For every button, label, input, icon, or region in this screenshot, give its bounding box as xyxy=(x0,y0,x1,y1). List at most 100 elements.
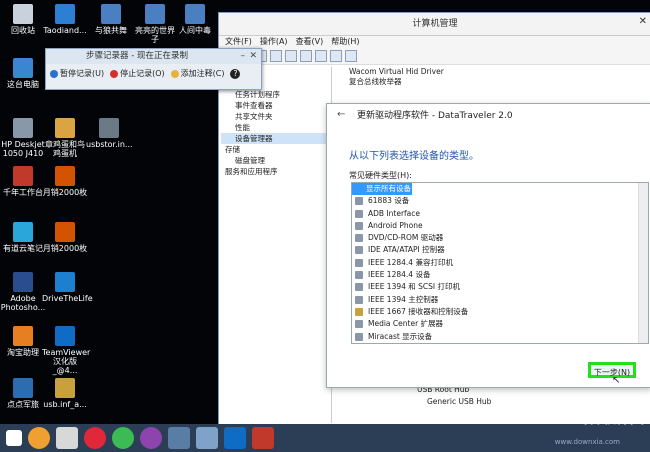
scan-hardware-icon[interactable] xyxy=(300,50,312,62)
close-icon[interactable]: ✕ xyxy=(639,16,647,27)
desktop-icon-sales-1[interactable]: 月销2000枚 xyxy=(42,166,88,197)
file-icon xyxy=(55,378,75,398)
device-icon xyxy=(355,307,363,316)
device-icon xyxy=(355,197,363,206)
music-app-icon[interactable] xyxy=(84,427,106,449)
desktop-icon-hp-deskjet[interactable]: HP Deskjet 1050 J410 xyxy=(0,118,46,158)
dialog-title: 更新驱动程序软件 - DataTraveler 2.0 xyxy=(357,111,513,121)
tree-item-services[interactable]: 服务和应用程序 xyxy=(221,166,331,177)
tree-item-disk-management[interactable]: 磁盘管理 xyxy=(221,155,331,166)
app-icon[interactable] xyxy=(252,427,274,449)
comment-icon xyxy=(170,69,179,78)
pause-icon xyxy=(50,69,58,78)
device-item[interactable]: 复合总线枚举器 xyxy=(337,77,649,87)
list-item[interactable]: IDE ATA/ATAPI 控制器 xyxy=(352,244,648,256)
watermark-logo: 当客软件园 xyxy=(574,411,644,427)
list-item[interactable]: Miracast 显示设备 xyxy=(352,331,648,343)
minimize-icon[interactable]: – xyxy=(241,49,246,64)
close-icon[interactable]: ✕ xyxy=(249,49,257,64)
list-item[interactable]: 显示所有设备 xyxy=(352,183,412,196)
hardware-type-label: 常见硬件类型(H): xyxy=(349,171,412,180)
properties-icon[interactable] xyxy=(270,50,282,62)
steps-recorder-window: 步骤记录器 - 现在正在录制 – ✕ 暂停记录(U) 停止记录(O) 添加注释(… xyxy=(45,48,262,90)
desktop-icon-photoshop[interactable]: Adobe Photosho... xyxy=(0,272,46,312)
image-file-icon xyxy=(55,222,75,242)
paint-icon[interactable] xyxy=(140,427,162,449)
app-icon xyxy=(55,4,75,24)
pause-record-button[interactable]: 暂停记录(U) xyxy=(50,68,104,79)
list-item[interactable]: IEEE 1284.4 设备 xyxy=(352,269,648,281)
teamviewer-icon xyxy=(55,326,75,346)
app-icon[interactable] xyxy=(28,427,50,449)
desktop-icon-usb-inf[interactable]: usb.inf_a... xyxy=(42,378,88,409)
desktop-icon-usbstor[interactable]: usbstor.in... xyxy=(86,118,133,149)
tree-item-task-scheduler[interactable]: 任务计划程序 xyxy=(221,89,331,100)
list-item[interactable]: IEEE 1667 接收器和控制设备 xyxy=(352,306,648,318)
windows-start-icon[interactable] xyxy=(6,430,22,446)
list-item[interactable]: IEEE 1394 主控制器 xyxy=(352,294,648,306)
desktop-icon-military[interactable]: 点点军旅 xyxy=(0,378,46,409)
help-icon[interactable] xyxy=(285,50,297,62)
video-file-icon xyxy=(101,4,121,24)
desktop-icon-this-pc[interactable]: 这台电脑 xyxy=(0,58,46,89)
recycle-bin-icon xyxy=(13,4,33,24)
desktop-icon-taodiandian[interactable]: Taodiand... xyxy=(42,4,88,35)
file-icon xyxy=(99,118,119,138)
desktop-icon-folder[interactable]: 章鸡蛋和鸟鸡蛋机 xyxy=(42,118,88,158)
printer-icon xyxy=(355,258,363,267)
app-icon xyxy=(13,378,33,398)
app-icon xyxy=(13,166,33,186)
note-app-icon xyxy=(13,222,33,242)
list-item[interactable]: IEEE 1394 和 SCSI 打印机 xyxy=(352,281,648,293)
tree-item-shared-folders[interactable]: 共享文件夹 xyxy=(221,111,331,122)
teamviewer-task-icon[interactable] xyxy=(224,427,246,449)
browser-icon[interactable] xyxy=(112,427,134,449)
help-button[interactable]: ? xyxy=(230,68,241,79)
device-icon xyxy=(355,271,363,280)
menu-action[interactable]: 操作(A) xyxy=(260,36,288,48)
device-item[interactable]: Wacom Virtual Hid Driver xyxy=(337,67,649,77)
tree-item-event-viewer[interactable]: 事件查看器 xyxy=(221,100,331,111)
computer-management-task-icon[interactable] xyxy=(196,427,218,449)
mouse-cursor-icon: ↖ xyxy=(612,375,621,386)
list-item[interactable]: Android Phone xyxy=(352,220,648,232)
update-driver-icon[interactable] xyxy=(315,50,327,62)
add-comment-button[interactable]: 添加注释(C) xyxy=(170,68,224,79)
disable-icon[interactable] xyxy=(330,50,342,62)
list-item[interactable]: ADB Interface xyxy=(352,208,648,220)
list-item[interactable]: 61883 设备 xyxy=(352,195,648,207)
desktop-icon-teamviewer[interactable]: TeamViewer 汉化版_@4... xyxy=(42,326,90,375)
app-icon xyxy=(13,326,33,346)
menu-view[interactable]: 查看(V) xyxy=(296,36,324,48)
hardware-type-list[interactable]: 显示所有设备 61883 设备 ADB Interface Android Ph… xyxy=(351,182,649,344)
list-item[interactable]: DVD/CD-ROM 驱动器 xyxy=(352,232,648,244)
device-item[interactable]: Generic USB Hub xyxy=(427,397,491,407)
list-scrollbar[interactable] xyxy=(638,183,648,343)
console-tree: (本地) 工具 任务计划程序 事件查看器 共享文件夹 性能 设备管理器 存储 磁… xyxy=(221,67,332,423)
tree-item-device-manager[interactable]: 设备管理器 xyxy=(221,133,331,144)
steps-recorder-task-icon[interactable] xyxy=(168,427,190,449)
list-item[interactable]: Media Center 扩展器 xyxy=(352,318,648,330)
desktop-icon-taobao-assistant[interactable]: 淘宝助理 xyxy=(0,326,46,357)
desktop-icon-video-1[interactable]: 与狼共舞 xyxy=(88,4,134,35)
image-file-icon xyxy=(55,166,75,186)
tree-item-performance[interactable]: 性能 xyxy=(221,122,331,133)
desktop-icon-sales-2[interactable]: 月销2000枚 xyxy=(42,222,88,253)
list-item[interactable]: IEEE 1284.4 兼容打印机 xyxy=(352,257,648,269)
printer-icon xyxy=(355,283,363,292)
menu-help[interactable]: 帮助(H) xyxy=(331,36,359,48)
menu-file[interactable]: 文件(F) xyxy=(225,36,252,48)
app-icon[interactable] xyxy=(56,427,78,449)
device-icon xyxy=(355,209,363,218)
desktop-icon-recycle-bin[interactable]: 回收站 xyxy=(0,4,46,35)
desktop-icon-video-3[interactable]: 人间中毒 xyxy=(172,4,218,35)
desktop-icon-youdao-note[interactable]: 有道云笔记 xyxy=(0,222,46,253)
stop-record-button[interactable]: 停止记录(O) xyxy=(110,68,165,79)
video-file-icon xyxy=(185,4,205,24)
uninstall-icon[interactable] xyxy=(345,50,357,62)
tree-item-storage[interactable]: 存储 xyxy=(221,144,331,155)
back-arrow-icon[interactable]: ← xyxy=(337,109,345,120)
menu-bar: 文件(F) 操作(A) 查看(V) 帮助(H) xyxy=(219,36,650,48)
desktop-icon-workbench[interactable]: 千年工作台 xyxy=(0,166,46,197)
desktop-icon-drivethelife[interactable]: DriveTheLife xyxy=(42,272,93,303)
